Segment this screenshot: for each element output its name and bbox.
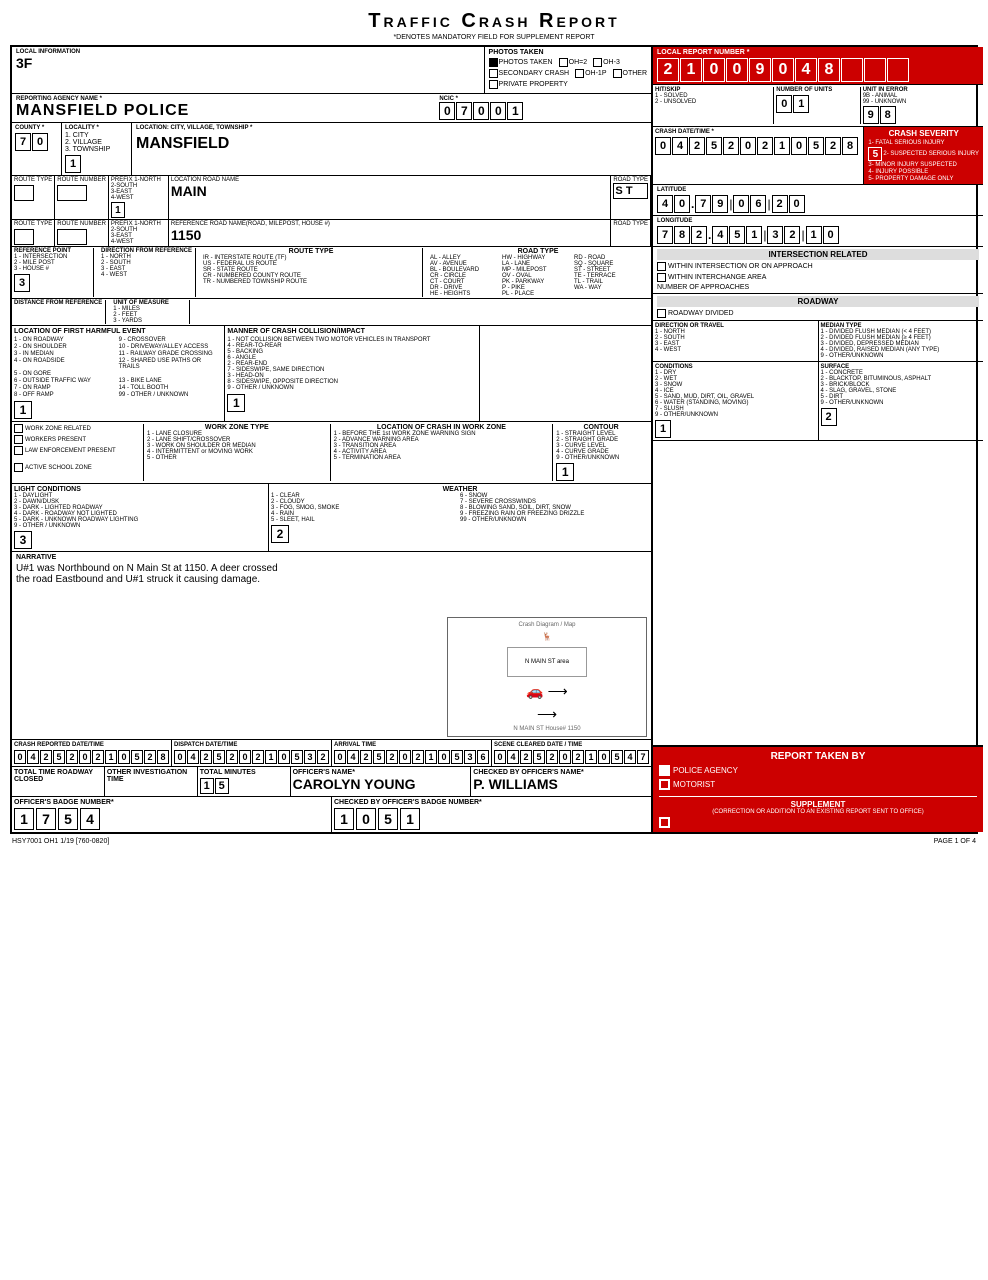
report-taken-by-label: REPORT TAKEN BY (659, 751, 977, 762)
total-time-label: TOTAL TIME ROADWAY CLOSED (14, 769, 102, 783)
manner-crash-label: MANNER OF CRASH COLLISION/IMPACT (227, 328, 477, 335)
private-property-checkbox[interactable]: PRIVATE PROPERTY (489, 80, 568, 89)
secondary-crash-checkbox[interactable]: SECONDARY CRASH (489, 69, 570, 78)
total-minutes-label: TOTAL MINUTES (200, 769, 288, 776)
other-checkbox[interactable]: OTHER (613, 69, 648, 78)
ncic-digits: 0 7 0 0 1 (439, 102, 647, 120)
road-name: MAIN (171, 183, 609, 199)
intersection-related-label: INTERSECTION RELATED (657, 249, 979, 260)
weather-label: WEATHER (271, 486, 649, 493)
location-label: LOCATION: CITY, VILLAGE, TOWNSHIP * (136, 125, 647, 131)
light-conditions-label: LIGHT CONDITIONS (14, 486, 266, 493)
light-conditions-value: 3 (14, 531, 32, 549)
latitude-label: LATITUDE (657, 187, 979, 193)
photos-taken-checkbox[interactable]: PHOTOS TAKEN (489, 58, 553, 67)
photos-label: PHOTOS TAKEN (489, 49, 647, 56)
county-label: COUNTY * (15, 125, 58, 131)
total-minutes-value: 1 5 (200, 778, 288, 794)
police-agency-label[interactable]: POLICE AGENCY (673, 766, 738, 775)
crash-severity-label: CRASH SEVERITY (868, 129, 979, 138)
checked-badge-label: CHECKED BY OFFICER'S BADGE NUMBER* (334, 799, 649, 806)
roadway-label: ROADWAY (657, 296, 979, 307)
crash-datetime-label: CRASH DATE/TIME * (655, 129, 861, 135)
checked-by-value: P. WILLIAMS (473, 776, 649, 792)
oh3-checkbox[interactable]: OH-3 (593, 58, 620, 67)
ref-road: 1150 (171, 227, 609, 243)
scene-cleared-label: SCENE CLEARED DATE / TIME (494, 742, 649, 748)
officer-name-value: CAROLYN YOUNG (293, 776, 469, 792)
report-title: Traffic Crash Report (368, 10, 619, 32)
crash-report-page: Traffic Crash Report *DENOTES MANDATORY … (0, 0, 988, 855)
badge-label: OFFICER'S BADGE NUMBER* (14, 799, 329, 806)
local-report-label: LOCAL REPORT NUMBER * (657, 49, 979, 56)
location-value: MANSFIELD (136, 135, 647, 153)
oh1p-checkbox[interactable]: OH-1P (575, 69, 606, 78)
crash-reported-label: CRASH REPORTED DATE/TIME (14, 742, 169, 748)
dispatch-label: DISPATCH DATE/TIME (174, 742, 329, 748)
narrative-label: NARRATIVE (16, 554, 647, 561)
officer-name-label: OFFICER'S NAME* (293, 769, 469, 776)
local-info-value: 3F (16, 55, 480, 71)
longitude-label: LONGITUDE (657, 218, 979, 224)
agency-value: MANSFIELD POLICE (16, 102, 431, 120)
other-investigation-label: OTHER INVESTIGATION TIME (107, 769, 195, 783)
weather-value: 2 (271, 525, 289, 543)
report-subtitle: *DENOTES MANDATORY FIELD FOR SUPPLEMENT … (10, 34, 978, 41)
first-harmful-label: LOCATION OF FIRST HARMFUL EVENT (14, 328, 222, 335)
page-info: PAGE 1 OF 4 (934, 838, 976, 845)
narrative-text: U#1 was Northbound on N Main St at 1150.… (16, 563, 647, 613)
road-type: S T (613, 183, 648, 199)
checked-by-label: CHECKED BY OFFICER'S NAME* (473, 769, 649, 776)
arrival-label: ARRIVAL TIME (334, 742, 489, 748)
form-number: HSY7001 OH1 1/19 [760-0820] (12, 838, 109, 845)
locality-label: LOCALITY * (65, 125, 128, 131)
oh2-checkbox[interactable]: OH=2 (559, 58, 587, 67)
motorist-label[interactable]: MOTORIST (673, 780, 715, 789)
